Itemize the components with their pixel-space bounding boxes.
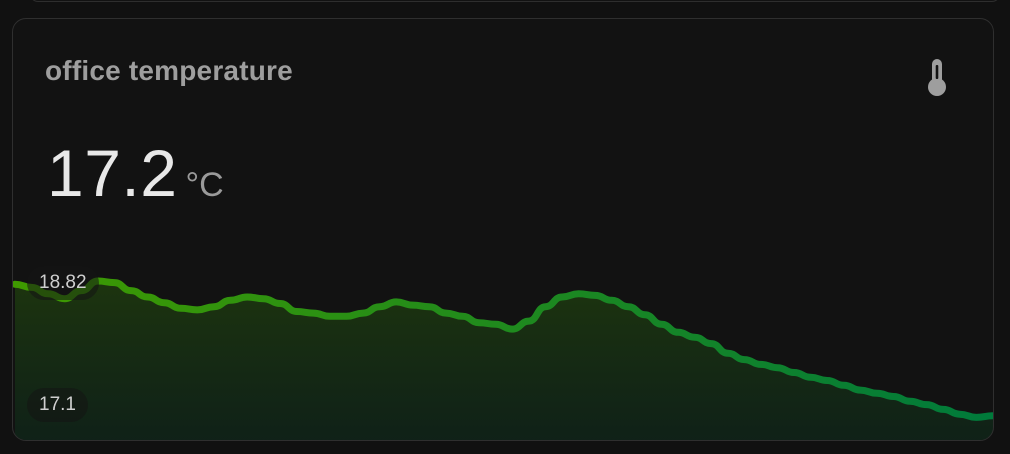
sensor-card[interactable]: office temperature 17.2 °C 18.82 17.1 <box>12 18 994 441</box>
state-display: 17.2 °C <box>47 135 224 211</box>
thermometer-icon <box>928 59 946 96</box>
graph-min-label: 17.1 <box>27 388 88 422</box>
graph-max-label: 18.82 <box>27 266 99 300</box>
state-unit: °C <box>185 166 224 204</box>
card-title: office temperature <box>45 55 293 86</box>
state-value: 17.2 <box>47 136 178 210</box>
previous-card-edge <box>30 0 1000 2</box>
